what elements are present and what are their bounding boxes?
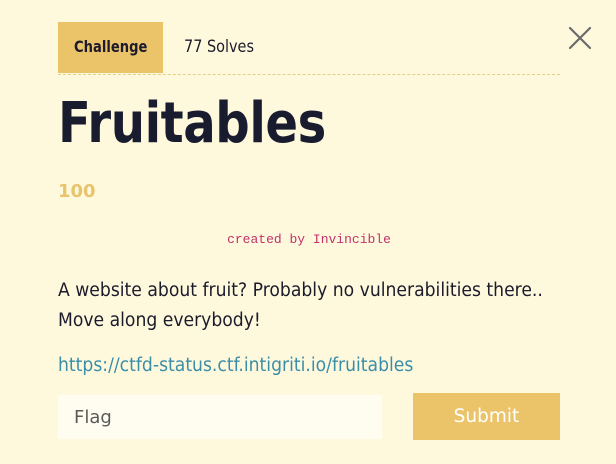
tab-challenge[interactable]: Challenge <box>58 22 163 73</box>
challenge-author: created by Invincible <box>227 232 391 247</box>
tab-challenge-label: Challenge <box>73 37 148 56</box>
close-button[interactable] <box>567 25 593 51</box>
description-line: A website about fruit? Probably no vulne… <box>58 280 543 301</box>
close-icon <box>568 26 592 50</box>
challenge-url-link[interactable]: https://ctfd-status.ctf.intigriti.io/fru… <box>58 355 413 376</box>
challenge-title: Fruitables <box>58 91 326 156</box>
challenge-description: A website about fruit? Probably no vulne… <box>58 276 578 336</box>
tab-solves[interactable]: 77 Solves <box>184 22 254 73</box>
description-line: Move along everybody! <box>58 310 261 331</box>
submit-button[interactable]: Submit <box>413 393 560 440</box>
flag-input[interactable] <box>58 395 382 439</box>
challenge-points: 100 <box>58 181 96 202</box>
challenge-tabs: Challenge 77 Solves <box>58 22 560 75</box>
